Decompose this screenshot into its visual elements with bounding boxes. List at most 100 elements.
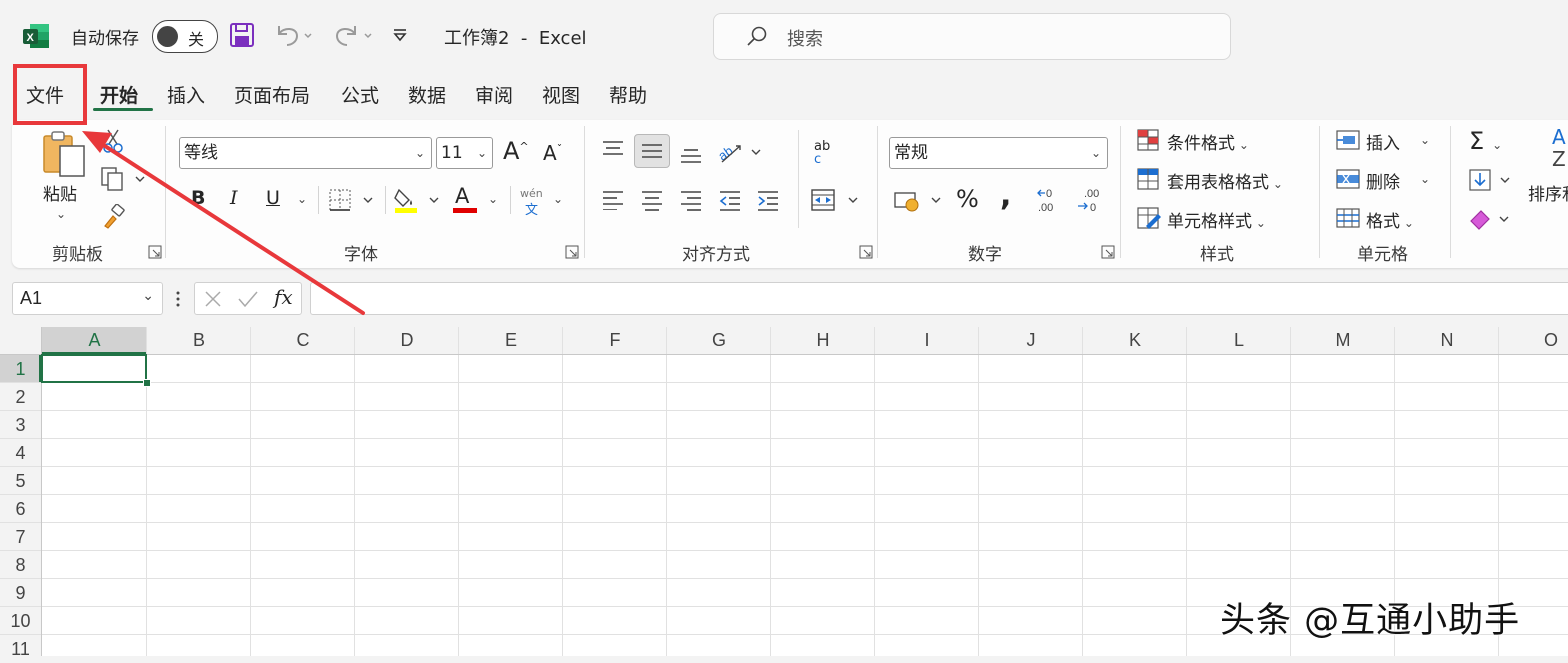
autosum-button[interactable]: Σ ⌄: [1469, 127, 1502, 155]
save-icon[interactable]: [229, 22, 255, 48]
align-center-icon[interactable]: [641, 190, 663, 212]
format-painter-icon[interactable]: [101, 204, 127, 230]
paste-label[interactable]: 粘贴: [43, 180, 77, 205]
font-name-combo[interactable]: 等线 ⌄: [179, 137, 432, 169]
phonetic-dropdown-caret[interactable]: ⌄: [553, 192, 563, 206]
align-top-icon[interactable]: [602, 140, 624, 160]
tab-formulas[interactable]: 公式: [341, 80, 379, 112]
percent-style-button[interactable]: %: [956, 185, 979, 213]
fill-color-icon[interactable]: [393, 186, 443, 214]
row-header-3[interactable]: 3: [0, 411, 41, 439]
font-launcher-icon[interactable]: [565, 245, 579, 259]
row-header-1[interactable]: 1: [0, 355, 41, 383]
row-header-5[interactable]: 5: [0, 467, 41, 495]
orientation-icon[interactable]: ab: [716, 138, 764, 166]
more-options-icon[interactable]: [175, 290, 181, 308]
align-middle-button[interactable]: [634, 134, 670, 168]
tab-data[interactable]: 数据: [408, 80, 446, 112]
column-header-f[interactable]: F: [563, 327, 667, 354]
delete-cells-caret[interactable]: ⌄: [1420, 172, 1430, 186]
row-header-11[interactable]: 11: [0, 635, 41, 663]
cell-styles-icon[interactable]: [1136, 206, 1162, 230]
column-header-n[interactable]: N: [1395, 327, 1499, 354]
column-header-a[interactable]: A: [42, 327, 147, 354]
font-size-combo[interactable]: 11 ⌄: [436, 137, 493, 169]
borders-icon[interactable]: [328, 188, 376, 212]
align-right-icon[interactable]: [680, 190, 702, 212]
search-box[interactable]: 搜索: [713, 13, 1231, 60]
align-left-icon[interactable]: [602, 190, 624, 210]
phonetic-bottom[interactable]: 文: [525, 199, 538, 218]
tab-view[interactable]: 视图: [542, 80, 580, 112]
grow-font-button[interactable]: A^: [503, 137, 529, 165]
row-header-9[interactable]: 9: [0, 579, 41, 607]
column-header-o[interactable]: O: [1499, 327, 1568, 354]
column-header-h[interactable]: H: [771, 327, 875, 354]
customize-qat-icon[interactable]: [392, 28, 408, 42]
column-header-g[interactable]: G: [667, 327, 771, 354]
column-header-d[interactable]: D: [355, 327, 459, 354]
row-header-4[interactable]: 4: [0, 439, 41, 467]
paste-dropdown-caret[interactable]: ⌄: [56, 207, 66, 221]
format-cells-icon[interactable]: [1335, 207, 1361, 229]
wrap-text-button[interactable]: ab c: [814, 140, 830, 166]
clipboard-launcher-icon[interactable]: [148, 245, 162, 259]
format-cells-button[interactable]: 格式 ⌄: [1366, 207, 1414, 232]
format-as-table-button[interactable]: 套用表格格式 ⌄: [1167, 168, 1283, 193]
decrease-decimal-icon[interactable]: .00 0: [1076, 186, 1104, 214]
alignment-launcher-icon[interactable]: [859, 245, 873, 259]
insert-cells-caret[interactable]: ⌄: [1420, 133, 1430, 147]
delete-cells-label[interactable]: 删除: [1366, 168, 1400, 193]
conditional-format-button[interactable]: 条件格式 ⌄: [1167, 129, 1249, 154]
accounting-format-icon[interactable]: [894, 188, 946, 214]
format-as-table-icon[interactable]: [1136, 167, 1162, 191]
underline-dropdown-caret[interactable]: ⌄: [297, 192, 307, 206]
column-header-m[interactable]: M: [1291, 327, 1395, 354]
column-header-e[interactable]: E: [459, 327, 563, 354]
row-header-10[interactable]: 10: [0, 607, 41, 635]
conditional-format-icon[interactable]: [1136, 128, 1162, 152]
formula-input[interactable]: [310, 282, 1568, 315]
number-format-combo[interactable]: 常规 ⌄: [889, 137, 1108, 169]
column-header-k[interactable]: K: [1083, 327, 1187, 354]
paste-icon[interactable]: [42, 130, 88, 178]
column-header-l[interactable]: L: [1187, 327, 1291, 354]
column-header-j[interactable]: J: [979, 327, 1083, 354]
insert-cells-label[interactable]: 插入: [1366, 129, 1400, 154]
cut-icon[interactable]: [102, 128, 124, 154]
clear-icon[interactable]: [1467, 207, 1513, 231]
increase-indent-icon[interactable]: [757, 190, 779, 212]
insert-cells-icon[interactable]: [1335, 129, 1361, 151]
tab-insert[interactable]: 插入: [167, 80, 205, 112]
font-color-button[interactable]: A: [455, 184, 469, 208]
row-header-6[interactable]: 6: [0, 495, 41, 523]
bold-button[interactable]: B: [191, 187, 205, 209]
number-launcher-icon[interactable]: [1101, 245, 1115, 259]
sort-filter-icon[interactable]: A Z: [1552, 126, 1566, 170]
column-header-b[interactable]: B: [147, 327, 251, 354]
increase-decimal-icon[interactable]: 0 .00: [1036, 186, 1064, 214]
decrease-indent-icon[interactable]: [719, 190, 741, 212]
comma-style-button[interactable]: ,: [1000, 178, 1011, 213]
cancel-icon[interactable]: [203, 289, 223, 309]
tab-page-layout[interactable]: 页面布局: [234, 80, 310, 112]
fill-handle[interactable]: [143, 379, 151, 387]
tab-review[interactable]: 审阅: [475, 80, 513, 112]
insert-function-button[interactable]: fx: [274, 285, 293, 309]
fill-icon[interactable]: [1468, 168, 1514, 192]
row-header-7[interactable]: 7: [0, 523, 41, 551]
undo-icon[interactable]: [273, 22, 313, 48]
name-box[interactable]: A1 ⌄: [12, 282, 163, 315]
cell-styles-button[interactable]: 单元格样式 ⌄: [1167, 207, 1266, 232]
underline-button[interactable]: U: [266, 187, 280, 209]
italic-button[interactable]: I: [230, 187, 238, 209]
sort-filter-label[interactable]: 排序和: [1528, 180, 1568, 205]
merge-center-icon[interactable]: [811, 188, 861, 214]
align-bottom-icon[interactable]: [680, 146, 702, 166]
copy-icon[interactable]: [100, 166, 148, 192]
delete-cells-icon[interactable]: [1335, 168, 1361, 190]
tab-help[interactable]: 帮助: [609, 80, 647, 112]
shrink-font-button[interactable]: Aˇ: [543, 141, 562, 165]
font-color-dropdown-caret[interactable]: ⌄: [488, 192, 498, 206]
redo-icon[interactable]: [331, 22, 373, 48]
